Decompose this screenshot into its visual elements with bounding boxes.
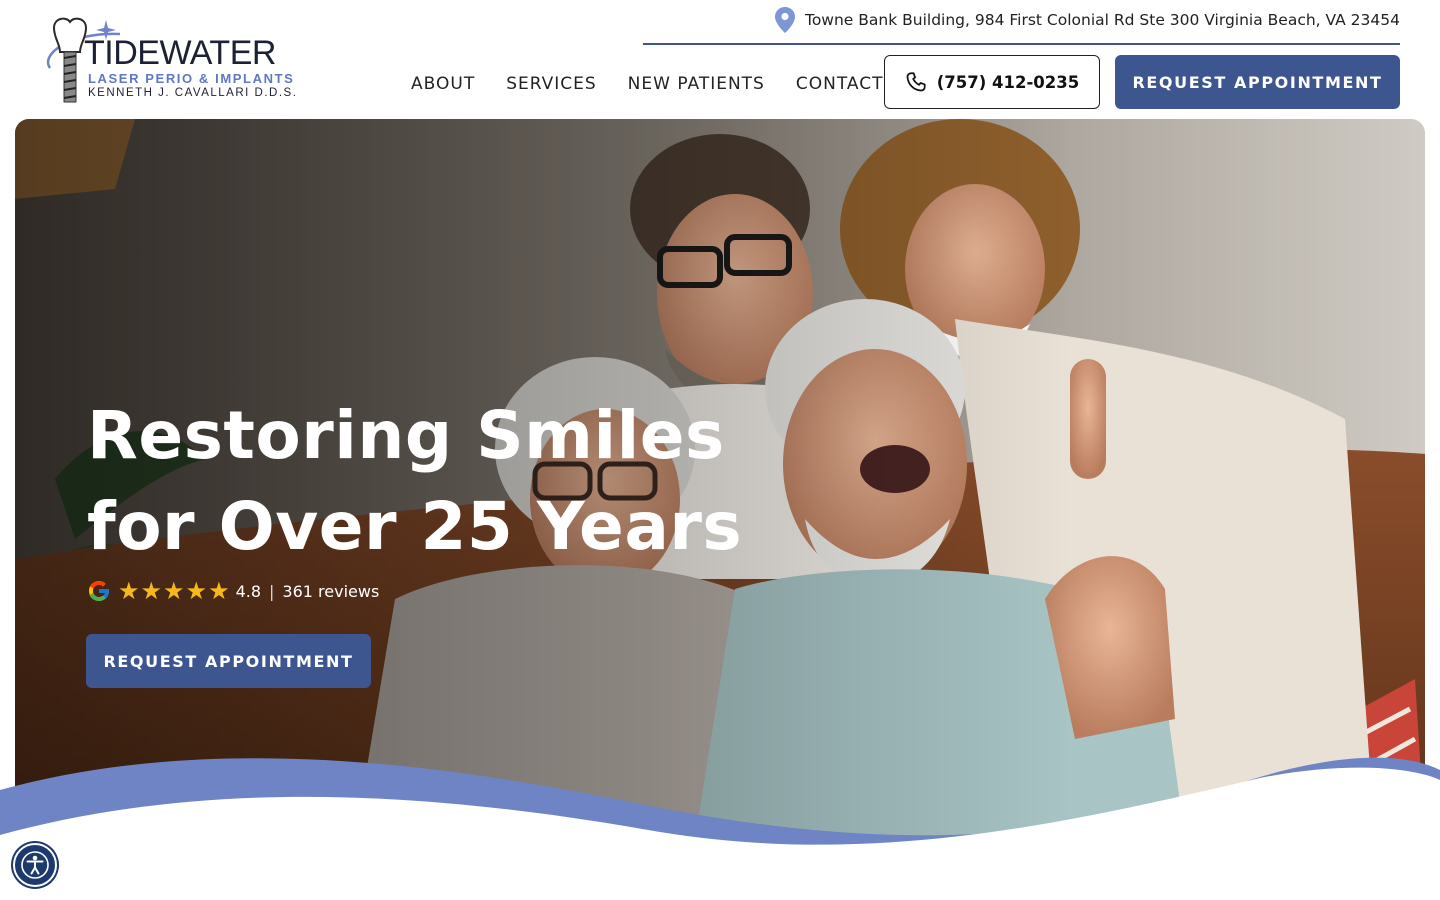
star-icon: ★ — [118, 577, 140, 605]
review-count: 361 reviews — [282, 581, 380, 601]
nav-about[interactable]: ABOUT — [411, 74, 475, 94]
main-nav: ABOUT SERVICES NEW PATIENTS CONTACT — [411, 74, 883, 94]
rating-divider: | — [269, 581, 275, 601]
hero-title-line2: for Over 25 Years — [87, 488, 743, 565]
phone-number: (757) 412-0235 — [936, 72, 1080, 92]
accessibility-icon — [21, 851, 49, 879]
hero-request-appointment-button[interactable]: REQUEST APPOINTMENT — [86, 634, 371, 688]
nav-services[interactable]: SERVICES — [506, 74, 596, 94]
phone-icon — [906, 72, 926, 92]
hero-title-line1: Restoring Smiles — [87, 397, 725, 474]
brand-tagline: LASER PERIO & IMPLANTS — [88, 71, 295, 86]
page: TIDEWATER LASER PERIO & IMPLANTS KENNETH… — [0, 0, 1440, 900]
brand-name: TIDEWATER — [84, 34, 276, 72]
google-rating[interactable]: ★ ★ ★ ★ ★ 4.8 | 361 reviews — [86, 578, 379, 604]
star-icon: ★ — [208, 577, 230, 605]
site-logo[interactable]: TIDEWATER LASER PERIO & IMPLANTS KENNETH… — [40, 14, 296, 106]
hero-wave-divider — [0, 757, 1440, 900]
request-appointment-button[interactable]: REQUEST APPOINTMENT — [1115, 55, 1400, 109]
google-icon — [89, 581, 110, 601]
nav-new-patients[interactable]: NEW PATIENTS — [628, 74, 765, 94]
rating-value: 4.8 — [235, 581, 262, 601]
office-address[interactable]: Towne Bank Building, 984 First Colonial … — [774, 7, 1400, 33]
rating-stars: ★ ★ ★ ★ ★ — [118, 579, 230, 603]
map-pin-icon — [774, 7, 795, 33]
hero-title: Restoring Smiles for Over 25 Years — [87, 390, 787, 572]
brand-doctor: KENNETH J. CAVALLARI D.D.S. — [88, 87, 298, 99]
star-icon: ★ — [140, 577, 163, 605]
address-divider — [643, 43, 1400, 45]
nav-contact[interactable]: CONTACT — [796, 74, 884, 94]
accessibility-button[interactable] — [13, 843, 57, 887]
phone-button[interactable]: (757) 412-0235 — [884, 55, 1100, 109]
star-icon: ★ — [163, 577, 185, 605]
star-icon: ★ — [185, 577, 208, 605]
address-text: Towne Bank Building, 984 First Colonial … — [804, 11, 1400, 29]
